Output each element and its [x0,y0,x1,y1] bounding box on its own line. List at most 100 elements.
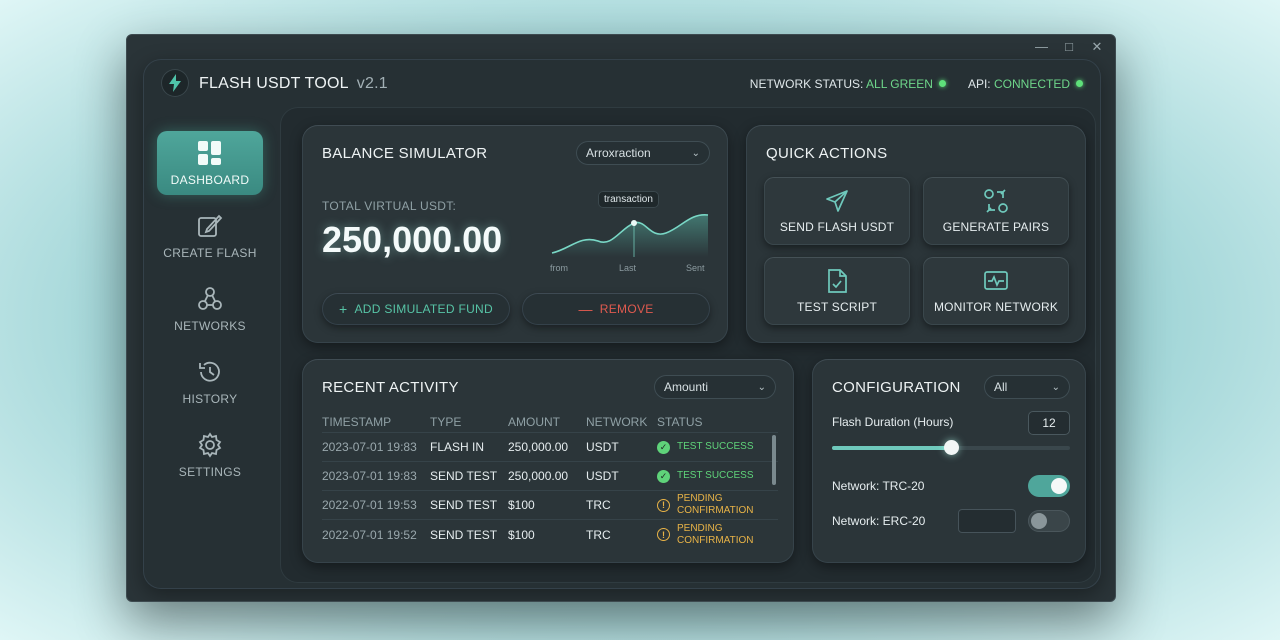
column-header: STATUS [657,414,703,429]
recent-activity-card: RECENT ACTIVITY Amounti ⌄ TIMESTAMP TYPE… [302,359,794,563]
configuration-card: CONFIGURATION All ⌄ Flash Duration (Hour… [812,359,1086,563]
edit-icon [197,212,223,240]
table-row[interactable]: 2023-07-01 19:83 SEND TEST 250,000.00 US… [322,462,778,491]
script-icon [826,268,848,294]
dashboard-icon [197,139,223,167]
cell-network: USDT [586,440,619,454]
status-badge: ✓ TEST SUCCESS [657,440,778,454]
cell-network: USDT [586,469,619,483]
check-icon: ✓ [657,469,670,483]
sidebar: DASHBOARD CREATE FLASH NETWORKS HISTORY … [157,131,265,496]
column-header: TIMESTAMP [322,414,392,429]
warning-icon: ! [657,498,670,512]
column-header: TYPE [430,414,462,429]
quick-action-label: MONITOR NETWORK [933,300,1059,314]
network-status-dot-icon [938,80,946,87]
cell-amount: $100 [508,498,535,512]
sidebar-item-create-flash[interactable]: CREATE FLASH [157,204,263,268]
balance-select-value: Arroxraction [586,146,651,160]
add-simulated-fund-label: ADD SIMULATED FUND [354,302,493,316]
app-title-text: FLASH USDT TOOL [199,75,349,92]
add-simulated-fund-button[interactable]: + ADD SIMULATED FUND [322,293,510,325]
balance-simulator-card: BALANCE SIMULATOR Arroxraction ⌄ TOTAL V… [302,125,728,343]
maximize-button[interactable]: □ [1063,39,1075,55]
network-status-value: ALL GREEN [866,77,933,91]
table-header: TIMESTAMP TYPE AMOUNT NETWORK STATUS [322,411,778,433]
remove-label: REMOVE [599,302,654,316]
sidebar-item-label: NETWORKS [174,319,246,333]
network-status-label: NETWORK STATUS: [749,77,864,91]
monitor-network-button[interactable]: MONITOR NETWORK [923,257,1069,325]
table-row[interactable]: 2022-07-01 19:52 SEND TEST $100 TRC ! PEN… [322,520,778,549]
chart-x-label: Last [619,263,637,273]
erc20-input[interactable] [958,509,1016,533]
check-icon: ✓ [657,440,670,454]
cell-timestamp: 2023-07-01 19:83 [322,469,417,483]
remove-button[interactable]: — REMOVE [522,293,710,325]
history-icon [197,358,223,386]
chevron-down-icon: ⌄ [1051,381,1060,393]
api-status-dot-icon [1076,80,1083,87]
status-text: PENDING CONFIRMATION [677,493,754,516]
erc20-toggle[interactable] [1028,510,1070,532]
sidebar-item-history[interactable]: HISTORY [157,350,263,414]
cell-timestamp: 2022-07-01 19:52 [322,527,417,542]
cell-amount: 250,000.00 [508,440,569,454]
activity-select-value: Amounti [664,380,709,394]
api-status: API: CONNECTED [968,77,1083,91]
lightning-logo-icon [161,69,189,97]
table-row[interactable]: 2023-07-01 19:83 FLASH IN 250,000.00 USD… [322,433,778,462]
trc20-label: Network: TRC-20 [832,479,925,493]
trc20-toggle[interactable] [1028,475,1070,497]
minimize-button[interactable]: — [1035,39,1048,55]
status-badge: ! PENDING CONFIRMATION [657,523,778,547]
column-header: NETWORK [586,414,648,429]
flash-duration-slider[interactable] [832,440,1070,455]
chart-x-label: Sent [686,263,705,273]
app-title: FLASH USDT TOOL v2.1 [199,75,388,93]
minus-icon: — [578,301,593,317]
close-button[interactable]: ✕ [1091,39,1103,55]
network-icon [197,285,223,313]
gear-icon [197,431,223,459]
config-select-value: All [994,380,1008,394]
sidebar-item-label: CREATE FLASH [163,246,257,260]
top-bar: FLASH USDT TOOL v2.1 NETWORK STATUS: ALL… [143,59,1101,107]
flash-duration-input[interactable]: 12 [1028,411,1070,435]
cell-amount: 250,000.00 [508,469,569,483]
card-title: CONFIGURATION [832,379,961,396]
test-script-button[interactable]: TEST SCRIPT [764,257,910,325]
table-row[interactable]: 2022-07-01 19:53 SEND TEST $100 TRC ! PEN… [322,491,778,520]
table-scrollbar[interactable] [772,435,776,485]
toggle-knob [1031,513,1047,529]
cell-network: TRC [586,527,611,542]
sidebar-item-networks[interactable]: NETWORKS [157,277,263,341]
flash-duration-label: Flash Duration (Hours) [832,415,954,429]
activity-filter-select[interactable]: Amounti ⌄ [654,375,776,399]
cell-timestamp: 2022-07-01 19:53 [322,498,417,512]
sidebar-item-settings[interactable]: SETTINGS [157,423,263,487]
slider-handle[interactable] [944,440,959,455]
quick-action-label: TEST SCRIPT [797,300,877,314]
sidebar-item-dashboard[interactable]: DASHBOARD [157,131,263,195]
chart-point [631,220,637,226]
config-filter-select[interactable]: All ⌄ [984,375,1070,399]
quick-action-label: GENERATE PAIRS [942,220,1050,234]
balance-select[interactable]: Arroxraction ⌄ [576,141,710,165]
chart-x-label: from [550,263,568,273]
cell-type: SEND TEST [430,498,498,512]
status-badge: ✓ TEST SUCCESS [657,469,778,483]
send-flash-usdt-button[interactable]: SEND FLASH USDT [764,177,910,245]
erc20-label: Network: ERC-20 [832,514,926,528]
card-title: RECENT ACTIVITY [322,379,459,396]
generate-pairs-button[interactable]: GENERATE PAIRS [923,177,1069,245]
cell-amount: $100 [508,527,535,542]
window-controls: — □ ✕ [1035,39,1103,55]
cell-type: FLASH IN [430,440,485,454]
total-virtual-label: TOTAL VIRTUAL USDT: [322,199,457,213]
api-status-value: CONNECTED [993,77,1070,91]
sidebar-item-label: DASHBOARD [170,173,250,187]
network-status: NETWORK STATUS: ALL GREEN [750,77,946,91]
cell-type: SEND TEST [430,469,498,483]
main-content: BALANCE SIMULATOR Arroxraction ⌄ TOTAL V… [280,107,1096,583]
